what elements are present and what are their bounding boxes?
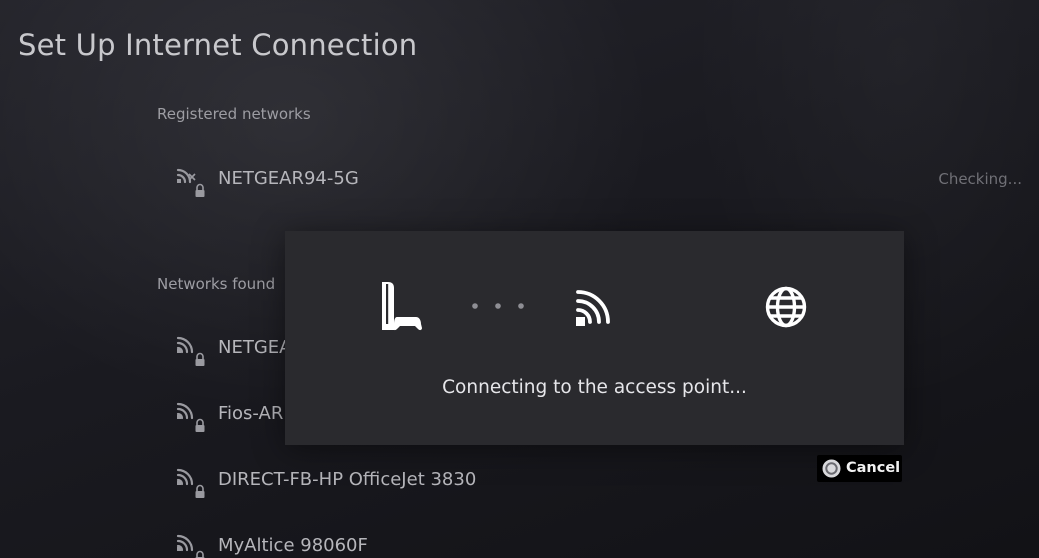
- access-point-icon: [576, 290, 610, 326]
- network-row-found[interactable]: MyAltice 98060F: [172, 525, 1032, 558]
- wifi-locked-icon: [176, 336, 205, 366]
- network-name: DIRECT-FB-HP OfficeJet 3830: [218, 469, 477, 490]
- networks-found-label: Networks found: [157, 275, 276, 293]
- wifi-unavailable-locked-icon: [176, 168, 205, 197]
- network-status: Checking...: [938, 170, 1022, 188]
- console-icon: [382, 282, 422, 331]
- registered-networks-label: Registered networks: [157, 105, 311, 123]
- circle-button-icon: [822, 459, 841, 478]
- network-name: Fios-AR: [218, 403, 284, 424]
- progress-dots: [472, 303, 524, 309]
- cancel-label: Cancel: [846, 460, 901, 476]
- network-name: NETGEA: [218, 337, 292, 358]
- wifi-locked-icon: [176, 402, 205, 432]
- connecting-dialog: Connecting to the access point...: [285, 231, 904, 445]
- network-name: NETGEAR94-5G: [218, 168, 359, 189]
- network-row-registered[interactable]: NETGEAR94-5G Checking...: [172, 158, 1032, 198]
- network-name: MyAltice 98060F: [218, 535, 368, 556]
- screen-title: Set Up Internet Connection: [18, 28, 418, 62]
- wifi-locked-icon: [176, 468, 205, 498]
- cancel-button[interactable]: Cancel: [817, 455, 902, 482]
- wifi-locked-icon: [176, 534, 205, 558]
- dialog-message: Connecting to the access point...: [442, 377, 747, 398]
- network-row-found[interactable]: DIRECT-FB-HP OfficeJet 3830: [172, 459, 1032, 499]
- internet-globe-icon: [765, 286, 807, 328]
